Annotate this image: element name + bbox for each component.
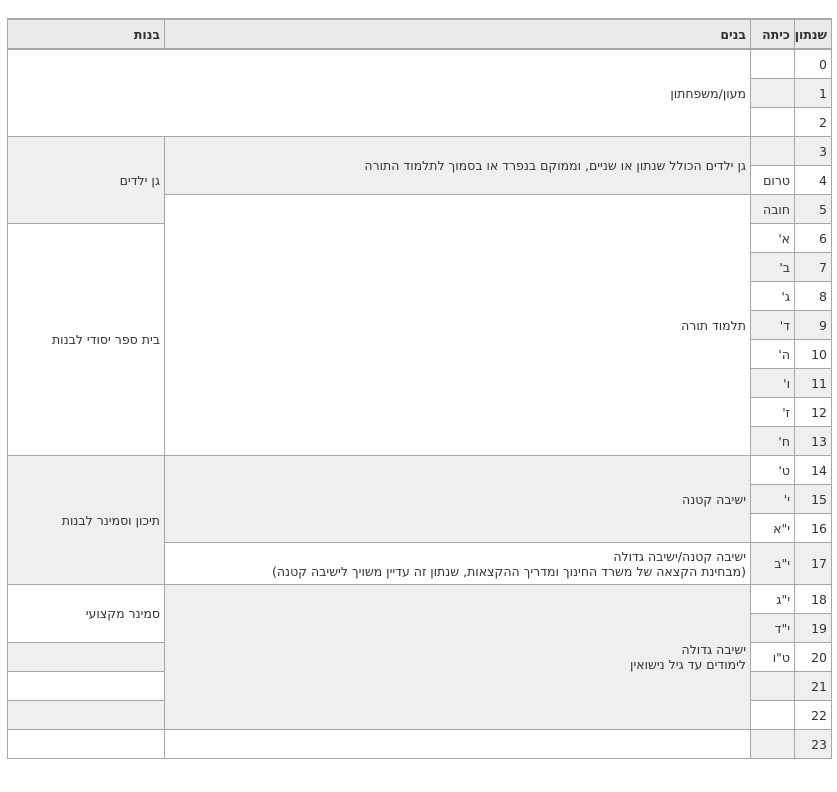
age-cell: 11 <box>794 368 832 398</box>
grade-cell: ח' <box>750 426 795 456</box>
boys-transition-line1: ישיבה קטנה/ישיבה גדולה <box>613 548 746 564</box>
boys-talmud-torah: תלמוד תורה <box>164 194 751 456</box>
age-cell: 15 <box>794 484 832 514</box>
age-cell: 1 <box>794 78 832 108</box>
grade-cell <box>750 729 795 759</box>
grade-cell: ה' <box>750 339 795 369</box>
age-cell: 23 <box>794 729 832 759</box>
age-cell: 19 <box>794 613 832 643</box>
age-cell: 12 <box>794 397 832 427</box>
header-row: שנתון כיתה בנים בנות <box>7 18 832 50</box>
grade-cell: ט"ו <box>750 642 795 672</box>
age-cell: 21 <box>794 671 832 701</box>
grade-cell: י' <box>750 484 795 514</box>
age-cell: 10 <box>794 339 832 369</box>
boys-yeshiva-gedola: ישיבה גדולה לימודים עד גיל נישואין <box>164 584 751 730</box>
boys-daycare: מעון/משפחתון <box>7 48 751 137</box>
table-row: 3 גן ילדים הכולל שנתון או שניים, וממוקם … <box>7 136 832 224</box>
grade-cell: י"ב <box>750 542 795 585</box>
girls-empty-cell <box>7 671 165 701</box>
girls-kindergarten: גן ילדים <box>7 136 165 224</box>
boys-yeshiva-gedola-line2: לימודים עד גיל נישואין <box>630 657 746 672</box>
table-row: 0 מעון/משפחתון <box>7 48 832 137</box>
boys-transition: ישיבה קטנה/ישיבה גדולה (מבחינת הקצאה של … <box>164 542 751 585</box>
age-cell: 8 <box>794 281 832 311</box>
grade-cell: ו' <box>750 368 795 398</box>
age-cell: 6 <box>794 223 832 253</box>
grade-cell: ד' <box>750 310 795 340</box>
age-cell: 20 <box>794 642 832 672</box>
age-cell: 0 <box>794 48 832 79</box>
grade-cell <box>750 78 795 108</box>
boys-transition-line2: (מבחינת הקצאה של משרד החינוך ומדריך ההקצ… <box>272 563 746 579</box>
grade-cell: ג' <box>750 281 795 311</box>
grade-cell <box>750 107 795 137</box>
boys-kindergarten: גן ילדים הכולל שנתון או שניים, וממוקם בנ… <box>164 136 751 195</box>
grade-cell <box>750 48 795 79</box>
age-cell: 18 <box>794 584 832 614</box>
grade-cell: ז' <box>750 397 795 427</box>
age-cell: 7 <box>794 252 832 282</box>
header-girls: בנות <box>7 18 165 50</box>
header-grade: כיתה <box>750 18 795 50</box>
grade-cell: י"א <box>750 513 795 543</box>
boys-empty-cell <box>164 729 751 759</box>
age-cell: 4 <box>794 165 832 195</box>
boys-yeshiva-gedola-line1: ישיבה גדולה <box>681 642 746 657</box>
table-row: 23 <box>7 729 832 759</box>
header-age: שנתון <box>794 18 832 50</box>
grade-cell: י"ד <box>750 613 795 643</box>
grade-cell <box>750 700 795 730</box>
age-cell: 16 <box>794 513 832 543</box>
grade-cell: ט' <box>750 455 795 485</box>
grade-cell: חובה <box>750 194 795 224</box>
header-boys: בנים <box>164 18 751 50</box>
grade-cell <box>750 671 795 701</box>
table-row: 18 י"ג ישיבה גדולה לימודים עד גיל נישואי… <box>7 584 832 730</box>
grade-cell <box>750 136 795 166</box>
age-cell: 9 <box>794 310 832 340</box>
girls-primary: בית ספר יסודי לבנות <box>7 223 165 456</box>
table-row: 14 ט' ישיבה קטנה תיכון וסמינר לבנות <box>7 455 832 585</box>
age-cell: 2 <box>794 107 832 137</box>
age-cell: 3 <box>794 136 832 166</box>
age-cell: 17 <box>794 542 832 585</box>
education-stages-table: שנתון כיתה בנים בנות 0 מעון/משפחתון 1 2 … <box>7 18 832 759</box>
boys-yeshiva-ketana: ישיבה קטנה <box>164 455 751 543</box>
grade-cell: ב' <box>750 252 795 282</box>
girls-empty-cell <box>7 642 165 672</box>
age-cell: 5 <box>794 194 832 224</box>
girls-empty-cell <box>7 729 165 759</box>
age-cell: 14 <box>794 455 832 485</box>
age-cell: 22 <box>794 700 832 730</box>
grade-cell: א' <box>750 223 795 253</box>
age-cell: 13 <box>794 426 832 456</box>
girls-high-school: תיכון וסמינר לבנות <box>7 455 165 585</box>
girls-empty-cell <box>7 700 165 730</box>
grade-cell: י"ג <box>750 584 795 614</box>
girls-professional-seminary: סמינר מקצועי <box>7 584 165 643</box>
grade-cell: טרום <box>750 165 795 195</box>
